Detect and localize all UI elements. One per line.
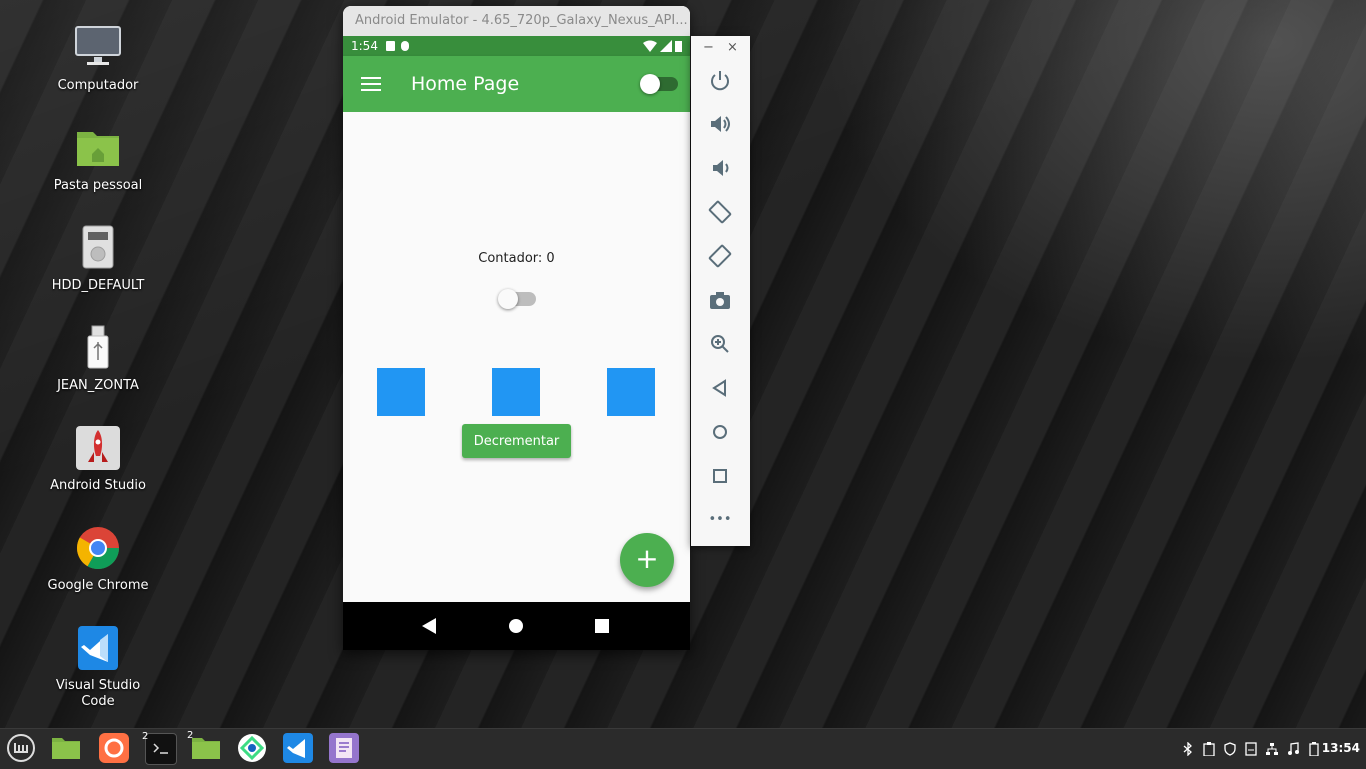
appbar-switch[interactable] <box>640 74 678 94</box>
body-switch[interactable] <box>498 289 536 309</box>
android-studio-icon[interactable] <box>237 733 267 763</box>
add-fab-button[interactable]: + <box>620 533 674 587</box>
switch-knob <box>498 289 518 309</box>
blue-square <box>377 368 425 416</box>
firefox-icon[interactable] <box>99 733 129 763</box>
blue-square <box>492 368 540 416</box>
clipboard-icon[interactable] <box>1203 741 1215 757</box>
music-icon[interactable] <box>1287 741 1299 755</box>
system-tray <box>1182 741 1320 757</box>
android-status-bar: 1:54 <box>343 36 690 56</box>
mint-menu-icon[interactable] <box>6 733 36 763</box>
vscode-icon <box>74 624 122 672</box>
decrement-button[interactable]: Decrementar <box>462 424 571 458</box>
taskbar: 2 2 13:54 <box>0 728 1366 769</box>
close-button[interactable]: × <box>727 40 738 55</box>
bluetooth-icon[interactable] <box>1182 741 1194 757</box>
desktop-icon-android-studio[interactable]: Android Studio <box>38 424 158 494</box>
home-icon[interactable] <box>707 419 733 445</box>
nav-overview-icon[interactable] <box>595 619 609 633</box>
usb-drive-icon <box>74 324 122 372</box>
desktop-icon-label: Android Studio <box>50 478 146 493</box>
hard-drive-icon <box>74 224 122 272</box>
desktop-icon-google-chrome[interactable]: Google Chrome <box>38 524 158 594</box>
camera-icon[interactable] <box>707 287 733 313</box>
desktop-icon-label: Visual Studio Code <box>55 678 141 709</box>
home-folder-icon <box>74 124 122 172</box>
desktop-icon-label: Computador <box>57 78 139 93</box>
desktop-icon-pasta-pessoal[interactable]: Pasta pessoal <box>38 124 158 194</box>
desktop-icon-computador[interactable]: Computador <box>38 24 158 94</box>
network-icon[interactable] <box>1266 741 1278 755</box>
terminal-badge: 2 <box>142 731 149 742</box>
page-title: Home Page <box>411 73 520 95</box>
minimize-button[interactable]: − <box>703 40 714 55</box>
monitor-icon <box>74 24 122 72</box>
signal-icon <box>660 40 672 52</box>
android-nav-bar <box>343 602 690 650</box>
desktop-icon-visual-studio-code[interactable]: Visual Studio Code <box>38 624 158 710</box>
sd-card-icon <box>385 41 395 51</box>
text-editor-icon[interactable] <box>329 733 359 763</box>
more-icon[interactable]: ••• <box>707 507 733 533</box>
battery-icon[interactable] <box>1308 741 1320 757</box>
files-icon[interactable]: 2 <box>187 730 221 763</box>
blue-square <box>607 368 655 416</box>
files-badge: 2 <box>187 730 194 741</box>
update-icon[interactable] <box>1245 741 1257 756</box>
rotate-left-icon[interactable] <box>707 199 733 225</box>
battery-status-icon <box>675 41 682 52</box>
counter-label: Contador: 0 <box>478 251 555 266</box>
desktop-icon-hdd-default[interactable]: HDD_DEFAULT <box>38 224 158 294</box>
nav-home-icon[interactable] <box>509 619 523 633</box>
emulator-window: Android Emulator - 4.65_720p_Galaxy_Nexu… <box>343 6 690 650</box>
hamburger-menu-icon[interactable] <box>361 73 381 95</box>
power-icon[interactable] <box>707 67 733 93</box>
terminal-icon[interactable]: 2 <box>142 731 177 765</box>
switch-knob <box>640 74 660 94</box>
emulator-titlebar[interactable]: Android Emulator - 4.65_720p_Galaxy_Nexu… <box>343 6 690 36</box>
desktop-icon-label: JEAN_ZONTA <box>57 378 139 393</box>
shield-icon[interactable] <box>1224 741 1236 756</box>
volume-up-icon[interactable] <box>707 111 733 137</box>
app-body: Contador: 0 Decrementar + <box>343 112 690 602</box>
taskbar-clock[interactable]: 13:54 <box>1322 741 1360 755</box>
wallpaper-highlight <box>746 0 1366 420</box>
desktop-icon-label: HDD_DEFAULT <box>51 278 145 293</box>
emulator-toolbar: − × ••• <box>691 36 750 546</box>
rotate-right-icon[interactable] <box>707 243 733 269</box>
files-icon[interactable] <box>51 733 81 763</box>
desktop-icon-label: Google Chrome <box>47 578 149 593</box>
vscode-icon[interactable] <box>283 733 313 763</box>
overview-icon[interactable] <box>707 463 733 489</box>
desktop-icon-jean-zonta[interactable]: JEAN_ZONTA <box>38 324 158 394</box>
volume-down-icon[interactable] <box>707 155 733 181</box>
sync-icon <box>400 41 409 51</box>
android-studio-icon <box>74 424 122 472</box>
nav-back-icon[interactable] <box>422 618 436 634</box>
app-bar: Home Page <box>343 56 690 112</box>
desktop-icon-label: Pasta pessoal <box>53 178 143 193</box>
back-icon[interactable] <box>707 375 733 401</box>
zoom-icon[interactable] <box>707 331 733 357</box>
status-time: 1:54 <box>351 39 378 53</box>
wifi-icon <box>643 40 657 52</box>
chrome-icon <box>74 524 122 572</box>
